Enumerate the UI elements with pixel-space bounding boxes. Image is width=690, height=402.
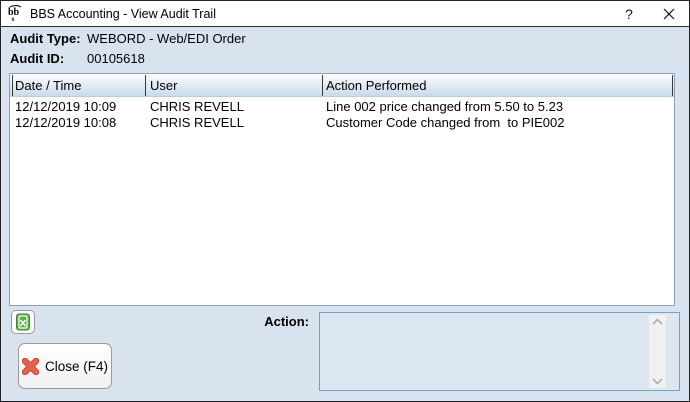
column-separator[interactable]	[672, 75, 673, 96]
table-header-row: Date / Time User Action Performed	[10, 74, 674, 97]
audit-trail-dialog: bb s BBS Accounting - View Audit Trail ?…	[0, 0, 690, 402]
column-header-action-performed[interactable]: Action Performed	[326, 74, 426, 97]
audit-trail-table: Date / Time User Action Performed 12/12/…	[9, 73, 675, 306]
column-separator	[12, 75, 13, 96]
title-bar: bb s BBS Accounting - View Audit Trail ?	[1, 1, 689, 27]
bbs-logo-icon: bb s	[8, 5, 25, 22]
audit-type-label: Audit Type:	[10, 31, 81, 46]
cell-date-time: 12/12/2019 10:09	[15, 99, 116, 115]
cell-user: CHRIS REVELL	[150, 99, 244, 115]
cell-action-performed: Line 002 price changed from 5.50 to 5.23	[326, 99, 563, 115]
audit-id-label: Audit ID:	[10, 51, 64, 66]
table-row[interactable]: 12/12/2019 10:08 CHRIS REVELL Customer C…	[10, 115, 673, 131]
column-separator[interactable]	[145, 75, 146, 96]
scroll-up-icon[interactable]	[652, 318, 663, 325]
help-button[interactable]: ?	[609, 1, 649, 26]
close-f4-button[interactable]: Close (F4)	[18, 343, 112, 389]
close-window-button[interactable]	[649, 1, 689, 26]
action-textbox[interactable]	[319, 312, 680, 391]
close-button-label: Close (F4)	[45, 359, 108, 374]
audit-id-value: 00105618	[87, 51, 145, 66]
red-cross-icon	[22, 358, 39, 375]
action-label: Action:	[201, 314, 309, 329]
cell-action-performed: Customer Code changed from to PIE002	[326, 115, 564, 131]
column-header-date-time[interactable]: Date / Time	[15, 74, 81, 97]
window-title: BBS Accounting - View Audit Trail	[30, 7, 216, 21]
action-scrollbar[interactable]	[649, 315, 666, 388]
close-icon	[663, 8, 675, 20]
cell-user: CHRIS REVELL	[150, 115, 244, 131]
scroll-down-icon[interactable]	[652, 378, 663, 385]
audit-type-value: WEBORD - Web/EDI Order	[87, 31, 246, 46]
column-separator[interactable]	[322, 75, 323, 96]
cell-date-time: 12/12/2019 10:08	[15, 115, 116, 131]
export-to-excel-button[interactable]	[11, 310, 35, 334]
svg-text:s: s	[12, 14, 15, 22]
excel-export-icon	[15, 313, 31, 331]
table-row[interactable]: 12/12/2019 10:09 CHRIS REVELL Line 002 p…	[10, 99, 673, 115]
column-header-user[interactable]: User	[150, 74, 177, 97]
